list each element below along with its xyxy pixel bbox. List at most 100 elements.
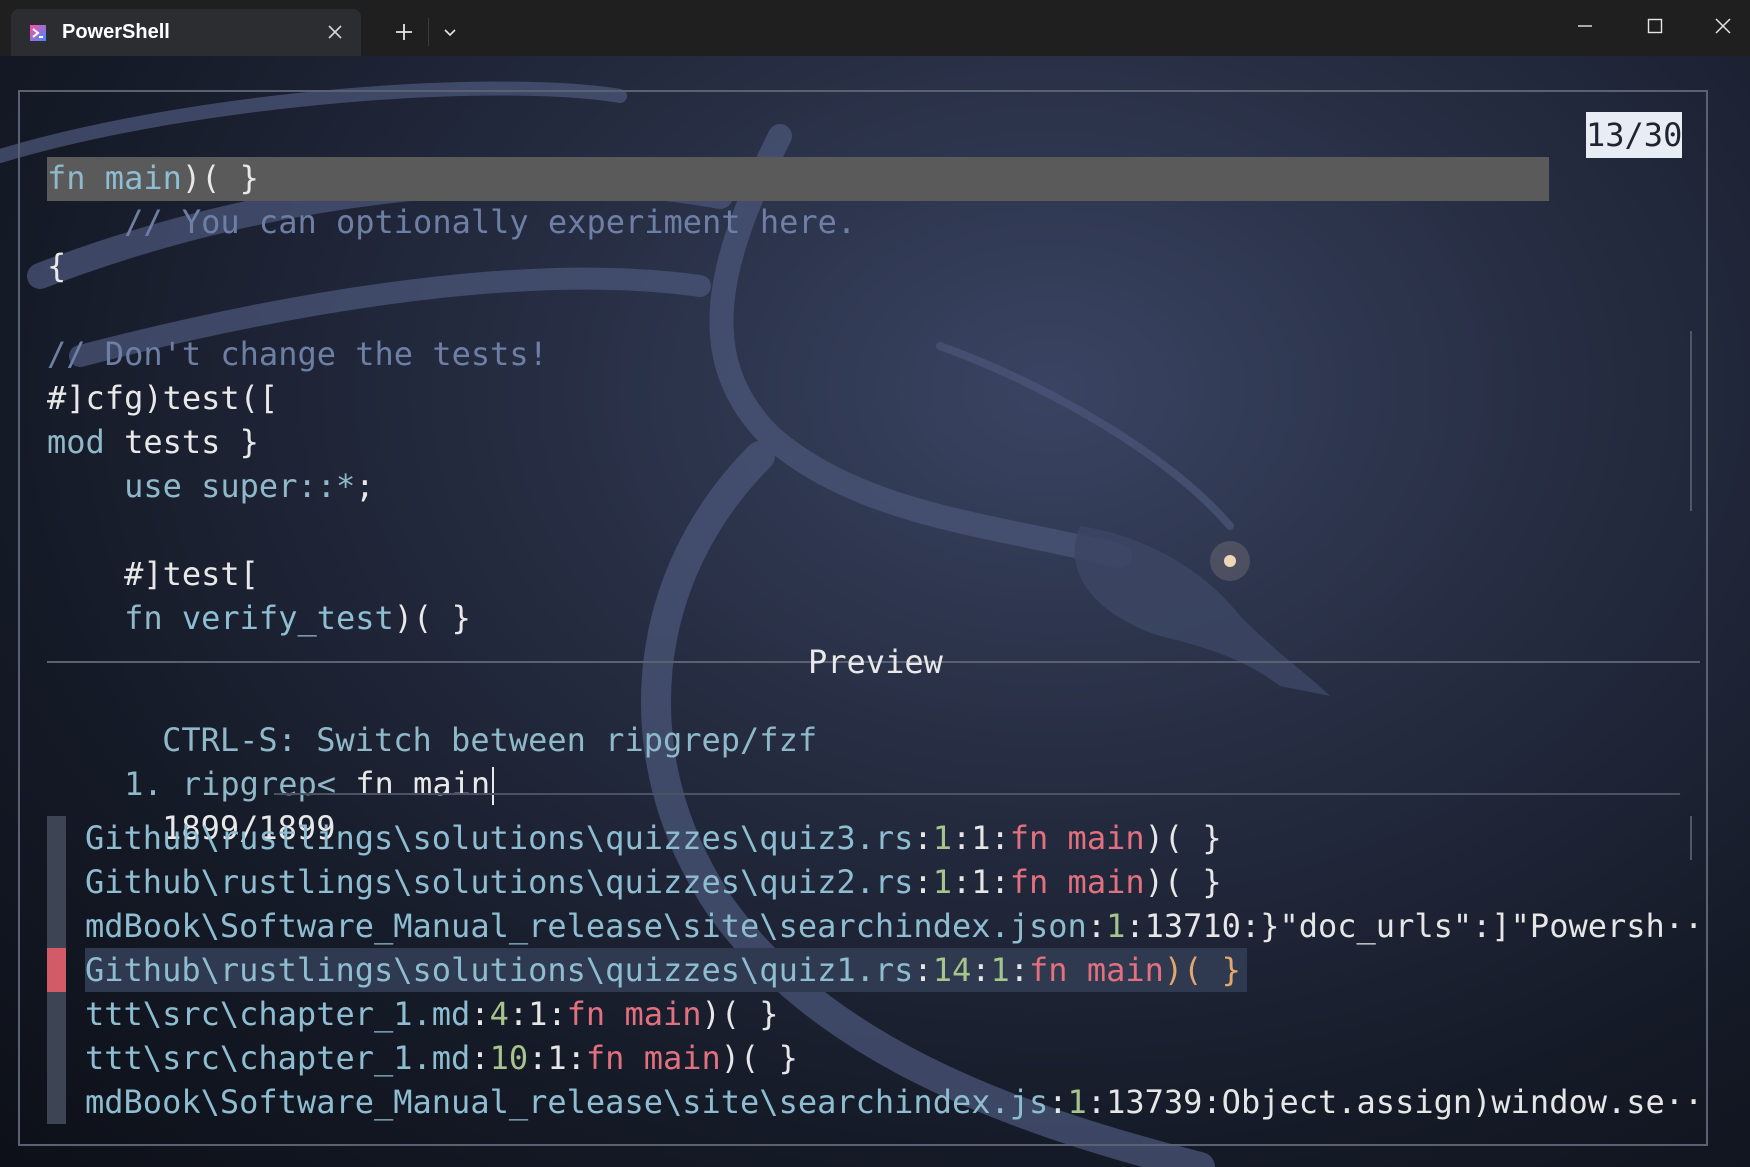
result-row[interactable]: mdBook\Software_Manual_release\site\sear… <box>85 1080 1703 1124</box>
result-row[interactable]: Github\rustlings\solutions\quizzes\quiz2… <box>85 860 1222 904</box>
result-match: fn main <box>566 995 702 1033</box>
tab-separator <box>428 18 429 46</box>
preview-code-line: fn main)( } <box>47 158 259 198</box>
separator: : <box>547 995 567 1033</box>
result-rest: )( } <box>720 1039 798 1077</box>
result-row[interactable]: ttt\src\chapter_1.md:4:1:fn main)( } <box>85 992 779 1036</box>
separator: : <box>1048 1083 1068 1121</box>
result-row[interactable]: Github\rustlings\solutions\quizzes\quiz1… <box>85 948 1247 992</box>
separator: : <box>913 951 933 989</box>
result-path: Github\rustlings\solutions\quizzes\quiz2… <box>85 863 914 901</box>
separator: : <box>913 819 933 857</box>
result-rest: )( } <box>1144 863 1222 901</box>
window-close-icon <box>1715 18 1731 34</box>
result-rest: Object.assign)window.se·· <box>1221 1083 1704 1121</box>
result-column-number: 1 <box>971 863 991 901</box>
count-divider <box>274 793 1680 795</box>
minimize-button[interactable] <box>1550 0 1620 52</box>
separator: : <box>470 1039 490 1077</box>
result-column-number: 1 <box>971 819 991 857</box>
text-cursor <box>492 767 495 805</box>
result-line-number: 14 <box>932 951 972 989</box>
result-match: fn main <box>1009 863 1145 901</box>
code-token: ; <box>355 467 375 505</box>
result-line-number: 1 <box>1106 907 1126 945</box>
minimize-icon <box>1578 25 1592 27</box>
result-line-number: 10 <box>489 1039 529 1077</box>
result-path: mdBook\Software_Manual_release\site\sear… <box>85 907 1087 945</box>
code-token: #]test[ <box>47 555 259 593</box>
separator: : <box>951 819 972 857</box>
result-column-number: 1 <box>990 951 1010 989</box>
result-gutter <box>47 1080 66 1124</box>
result-match: fn main <box>1029 951 1164 989</box>
terminal-pane[interactable]: 13/30 fn main)( } // You can optionally … <box>0 56 1750 1167</box>
code-token: use super::* <box>47 467 356 505</box>
search-input[interactable]: fn main <box>355 765 490 803</box>
maximize-button[interactable] <box>1620 0 1690 52</box>
separator: : <box>566 1039 586 1077</box>
result-line-number: 1 <box>932 819 952 857</box>
result-rest: }"doc_urls":]"Powersh·· <box>1260 907 1704 945</box>
code-token: verify_test <box>181 599 394 637</box>
result-gutter <box>47 904 66 948</box>
separator: : <box>1125 907 1145 945</box>
results-scrollbar[interactable] <box>1690 816 1692 860</box>
preview-highlight-bar <box>47 157 1549 201</box>
code-token: )( } <box>181 159 259 197</box>
result-row[interactable]: mdBook\Software_Manual_release\site\sear… <box>85 904 1703 948</box>
separator: : <box>1086 907 1107 945</box>
tab-title: PowerShell <box>62 21 170 43</box>
preview-scrollbar[interactable] <box>1690 331 1692 511</box>
separator: : <box>1086 1083 1107 1121</box>
maximize-icon <box>1647 18 1663 34</box>
preview-code-line: #]cfg)test([ <box>47 378 278 418</box>
window-close-button[interactable] <box>1688 0 1750 52</box>
code-token: fn <box>47 159 105 197</box>
preview-code-line: mod tests } <box>47 422 259 462</box>
separator: : <box>1009 951 1030 989</box>
code-token: fn <box>47 599 182 637</box>
separator: : <box>913 863 933 901</box>
result-row[interactable]: Github\rustlings\solutions\quizzes\quiz3… <box>85 816 1222 860</box>
chevron-down-icon <box>444 29 456 37</box>
result-line-number: 4 <box>489 995 509 1033</box>
result-line-number: 1 <box>1067 1083 1087 1121</box>
preview-code-line: use super::*; <box>47 466 375 506</box>
result-line-number: 1 <box>932 863 952 901</box>
plus-icon <box>396 24 412 40</box>
result-rest: )( } <box>1163 951 1241 989</box>
preview-code-line: fn verify_test)( } <box>47 598 471 638</box>
search-prompt[interactable]: 1. ripgrep< fn main <box>47 724 495 805</box>
close-icon[interactable] <box>323 20 347 44</box>
tab-dropdown-button[interactable] <box>432 14 468 50</box>
preview-code-line: // Don't change the tests! <box>47 334 548 374</box>
result-match: fn main <box>585 1039 721 1077</box>
result-column-number: 13710 <box>1144 907 1241 945</box>
separator: : <box>1240 907 1261 945</box>
prompt-hint: CTRL-S: Switch between ripgrep/fzf <box>85 680 817 759</box>
powershell-icon <box>30 24 46 41</box>
separator: : <box>990 819 1010 857</box>
preview-code-line: #]test[ <box>47 554 259 594</box>
separator: : <box>528 1039 548 1077</box>
tab-powershell[interactable]: PowerShell <box>11 9 361 56</box>
separator: : <box>951 863 972 901</box>
selection-marker <box>47 948 66 992</box>
result-gutter <box>47 816 66 860</box>
result-path: ttt\src\chapter_1.md <box>85 1039 471 1077</box>
preview-label: Preview <box>808 643 943 681</box>
result-gutter <box>47 1036 66 1080</box>
code-token: main <box>104 159 182 197</box>
result-match: fn main <box>1009 819 1145 857</box>
new-tab-button[interactable] <box>386 14 422 50</box>
result-row[interactable]: ttt\src\chapter_1.md:10:1:fn main)( } <box>85 1036 798 1080</box>
result-rest: )( } <box>1144 819 1222 857</box>
match-count: 1899/1899 <box>85 768 335 847</box>
code-token: tests } <box>124 423 259 461</box>
result-column-number: 1 <box>528 995 548 1033</box>
separator: : <box>508 995 529 1033</box>
code-token: { <box>47 247 67 285</box>
result-rest: )( } <box>701 995 779 1033</box>
separator: : <box>1202 1083 1222 1121</box>
